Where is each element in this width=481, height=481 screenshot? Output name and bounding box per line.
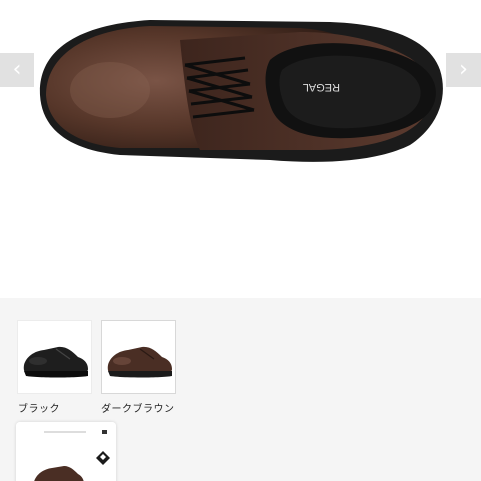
dark-brown-shoe-icon (107, 346, 172, 378)
color-selector: ブラック ダークブラウン (0, 298, 481, 481)
product-image-gallery: REGAL ‹ › (0, 0, 481, 298)
product-thumbnail-card[interactable] (16, 422, 116, 481)
color-swatch-black[interactable] (17, 320, 92, 394)
black-shoe-icon (23, 346, 88, 378)
color-swatch-label: ブラック (18, 404, 60, 415)
product-main-image: REGAL (39, 20, 443, 162)
chevron-right-icon: › (459, 57, 468, 82)
gallery-prev-button[interactable]: ‹ (0, 53, 34, 87)
product-page: REGAL ‹ › ブラック ダークブラウン (0, 0, 481, 481)
chevron-left-icon: ‹ (12, 57, 22, 82)
shoe-box-thumbnail (16, 422, 116, 481)
gallery-next-button[interactable]: › (446, 53, 481, 87)
brand-insole-text: REGAL (303, 81, 340, 93)
color-swatch-dark-brown[interactable] (101, 320, 176, 394)
color-swatch-label: ダークブラウン (101, 404, 175, 415)
